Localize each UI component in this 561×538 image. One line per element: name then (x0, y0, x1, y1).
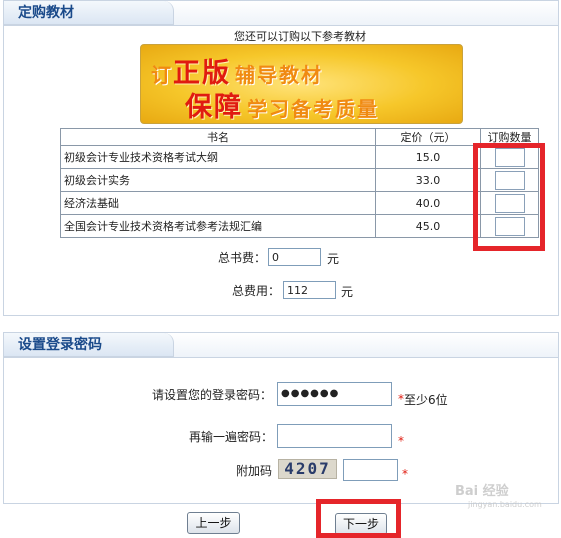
banner-quality: 学习备考质量 (247, 97, 379, 121)
book-price-cell: 40.0 (375, 191, 481, 215)
col-header-price: 定价（元） (375, 128, 481, 146)
password-hint: 至少6位 (404, 393, 448, 407)
quantity-highlight-frame (473, 143, 545, 251)
col-header-book-name: 书名 (60, 128, 376, 146)
captcha-field[interactable] (343, 459, 398, 481)
order-intro-text: 您还可以订购以下参考教材 (234, 30, 366, 43)
table-row: 经济法基础 40.0 (60, 191, 539, 215)
book-name-cell: 全国会计专业技术资格考试参考法规汇编 (60, 214, 376, 238)
captcha-label: 附加码 (236, 464, 273, 478)
order-panel-title: 定购教材 (4, 1, 174, 25)
book-price-cell: 33.0 (375, 168, 481, 192)
confirm-password-field[interactable] (277, 424, 392, 448)
total-fee-field[interactable]: 112 (283, 281, 336, 299)
book-fee-field[interactable]: 0 (268, 248, 321, 266)
books-table: 书名 定价（元） 订购数量 初级会计专业技术资格考试大纲 15.0 初级会计实务… (60, 128, 539, 238)
book-price-cell: 15.0 (375, 145, 481, 169)
next-button-highlight-frame (316, 499, 401, 538)
baidu-watermark-url: jingyan.baidu.com (468, 500, 542, 509)
book-name-cell: 初级会计专业技术资格考试大纲 (60, 145, 376, 169)
banner-materials: 辅导教材 (235, 63, 323, 87)
book-price-cell: 45.0 (375, 214, 481, 238)
banner-line-2: 保障 学习备考质量 (185, 85, 379, 124)
book-name-cell: 初级会计实务 (60, 168, 376, 192)
book-fee-label: 总书费： (218, 251, 267, 265)
captcha-image[interactable]: 4207 (278, 459, 337, 479)
book-fee-unit: 元 (327, 252, 340, 266)
total-fee-unit: 元 (341, 285, 354, 299)
baidu-watermark: Bai 经验 (455, 484, 509, 499)
books-table-header: 书名 定价（元） 订购数量 (60, 128, 539, 146)
table-row: 初级会计实务 33.0 (60, 168, 539, 192)
table-row: 全国会计专业技术资格考试参考法规汇编 45.0 (60, 214, 539, 238)
password-panel-title: 设置登录密码 (4, 333, 174, 357)
captcha-required-mark: * (402, 467, 408, 481)
password-field[interactable]: ●●●●●● (277, 382, 392, 406)
password-label: 请设置您的登录密码： (152, 388, 273, 402)
confirm-required-mark: * (398, 434, 404, 448)
confirm-password-label: 再输一遍密码： (189, 430, 274, 444)
prev-step-button[interactable]: 上一步 (187, 512, 240, 534)
banner-guarantee: 保障 (185, 92, 243, 123)
book-name-cell: 经济法基础 (60, 191, 376, 215)
banner-char-order: 订 (151, 63, 173, 87)
total-fee-label: 总费用： (232, 284, 281, 298)
promo-banner: 订正版 辅导教材 保障 学习备考质量 (140, 44, 463, 124)
table-row: 初级会计专业技术资格考试大纲 15.0 (60, 145, 539, 169)
